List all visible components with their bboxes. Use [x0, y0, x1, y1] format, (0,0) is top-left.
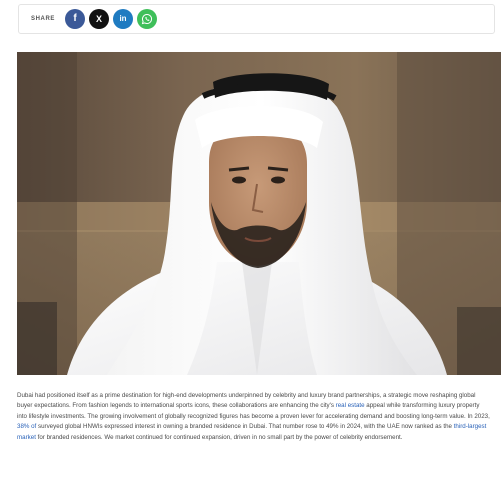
article-paragraph: Dubai had positioned itself as a prime d… [17, 391, 491, 443]
whatsapp-icon [141, 13, 153, 25]
x-icon: X [96, 13, 103, 24]
linkedin-share-button[interactable]: in [113, 9, 134, 29]
share-bar: SHARE f X in [18, 4, 495, 34]
whatsapp-share-button[interactable] [137, 9, 158, 29]
share-label: SHARE [31, 16, 56, 22]
article-text-3: surveyed global HNWIs expressed interest… [36, 423, 454, 431]
hnwi-stat-link[interactable]: 38% of [17, 423, 36, 430]
hero-image [17, 52, 501, 375]
x-share-button[interactable]: X [89, 9, 110, 29]
article-text-4: for branded residences. We market contin… [35, 433, 403, 441]
facebook-icon: f [73, 13, 77, 24]
portrait-illustration [17, 52, 501, 375]
real-estate-link[interactable]: real estate [336, 402, 365, 409]
linkedin-icon: in [119, 14, 127, 23]
facebook-share-button[interactable]: f [65, 9, 86, 29]
